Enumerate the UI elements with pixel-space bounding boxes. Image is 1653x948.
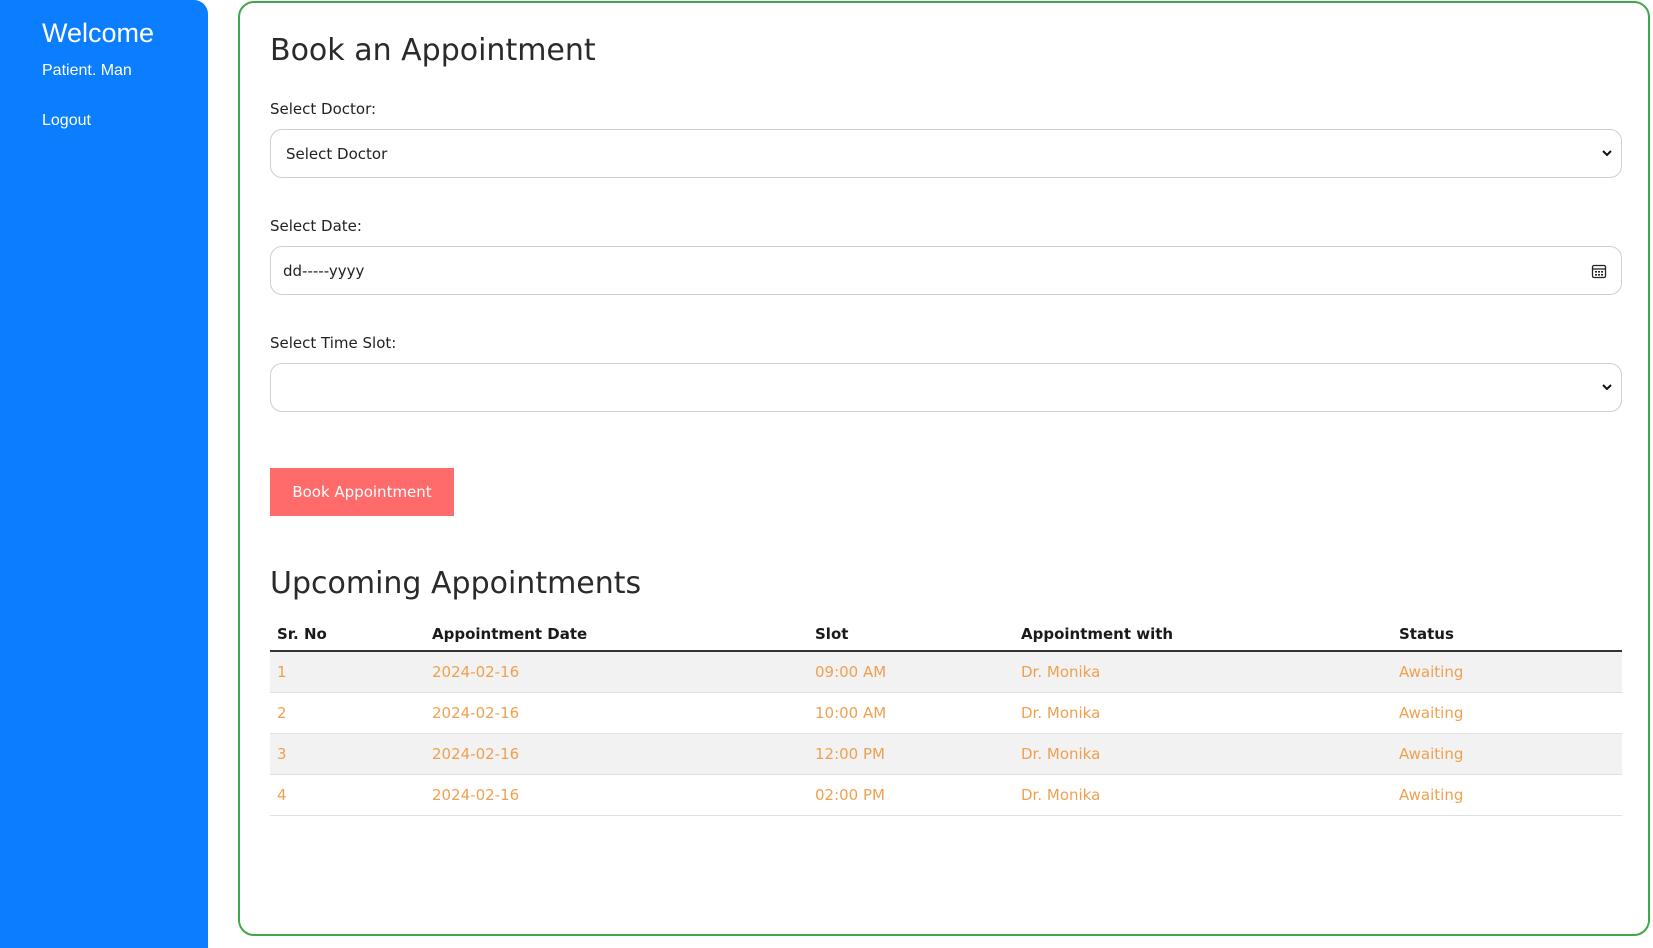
table-row: 1 2024-02-16 09:00 AM Dr. Monika Awaitin… (270, 651, 1622, 693)
cell-date: 2024-02-16 (425, 774, 808, 816)
column-header: Slot (808, 618, 1014, 652)
doctor-select[interactable]: Select Doctor (270, 129, 1622, 178)
doctor-label: Select Doctor: (270, 100, 377, 118)
upcoming-appointments-title: Upcoming Appointments (270, 566, 642, 601)
cell-slot: 02:00 PM (808, 774, 1014, 816)
table-row: 3 2024-02-16 12:00 PM Dr. Monika Awaitin… (270, 733, 1622, 775)
cell-date: 2024-02-16 (425, 692, 808, 734)
chevron-down-icon (1602, 150, 1612, 157)
book-appointment-button[interactable]: Book Appointment (270, 468, 454, 516)
main-panel: Book an Appointment Select Doctor: Selec… (238, 1, 1650, 936)
cell-sr-no: 2 (270, 692, 425, 734)
page-title: Book an Appointment (270, 33, 596, 68)
cell-slot: 10:00 AM (808, 692, 1014, 734)
calendar-icon[interactable] (1591, 263, 1607, 279)
cell-sr-no: 4 (270, 774, 425, 816)
table-row: 4 2024-02-16 02:00 PM Dr. Monika Awaitin… (270, 774, 1622, 816)
column-header: Appointment with (1014, 618, 1392, 652)
cell-slot: 12:00 PM (808, 733, 1014, 775)
cell-date: 2024-02-16 (425, 651, 808, 693)
cell-date: 2024-02-16 (425, 733, 808, 775)
date-label: Select Date: (270, 217, 362, 235)
table-row: 2 2024-02-16 10:00 AM Dr. Monika Awaitin… (270, 692, 1622, 734)
column-header: Appointment Date (425, 618, 808, 652)
cell-status: Awaiting (1392, 692, 1622, 734)
cell-sr-no: 3 (270, 733, 425, 775)
welcome-heading: Welcome (42, 18, 155, 48)
cell-sr-no: 1 (270, 651, 425, 693)
cell-status: Awaiting (1392, 774, 1622, 816)
cell-status: Awaiting (1392, 733, 1622, 775)
user-name: Patient. Man (42, 62, 132, 79)
cell-doctor: Dr. Monika (1014, 692, 1392, 734)
cell-doctor: Dr. Monika (1014, 733, 1392, 775)
sidebar: Welcome Patient. Man Logout (0, 0, 208, 948)
chevron-down-icon (1602, 384, 1612, 391)
date-input[interactable]: dd-----yyyy (270, 246, 1622, 295)
slot-label: Select Time Slot: (270, 334, 397, 352)
table-header-row: Sr. No Appointment Date Slot Appointment… (270, 618, 1622, 652)
time-slot-select[interactable] (270, 363, 1622, 412)
cell-status: Awaiting (1392, 651, 1622, 693)
cell-doctor: Dr. Monika (1014, 651, 1392, 693)
column-header: Sr. No (270, 618, 425, 652)
appointments-table: Sr. No Appointment Date Slot Appointment… (270, 618, 1622, 816)
date-input-value: dd-----yyyy (283, 262, 365, 280)
logout-link[interactable]: Logout (42, 112, 91, 130)
column-header: Status (1392, 618, 1622, 652)
doctor-select-value: Select Doctor (286, 145, 388, 163)
cell-slot: 09:00 AM (808, 651, 1014, 693)
cell-doctor: Dr. Monika (1014, 774, 1392, 816)
